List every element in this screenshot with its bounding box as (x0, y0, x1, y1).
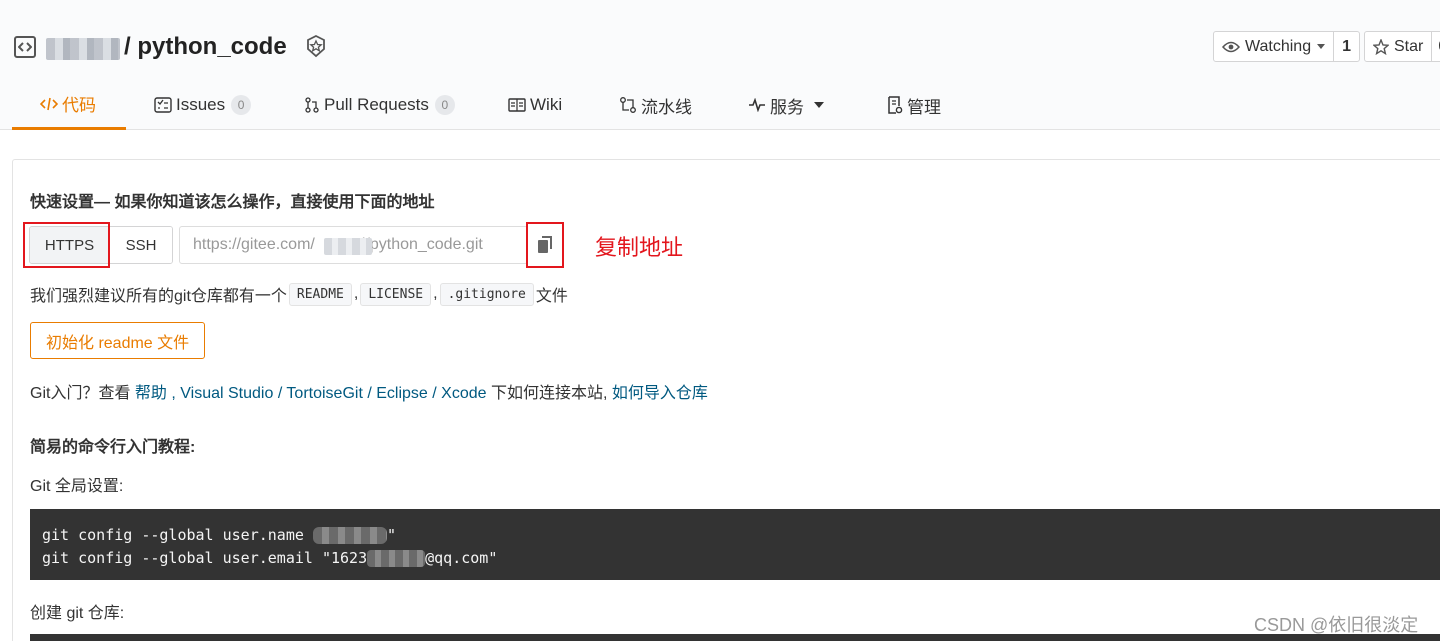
pull-requests-count-badge: 0 (434, 95, 455, 115)
star-icon (1373, 38, 1389, 55)
suggestion-prefix: 我们强烈建议所有的git仓库都有一个 (30, 288, 287, 305)
separator: , (353, 285, 359, 302)
chevron-down-icon (814, 102, 824, 108)
tab-manage[interactable]: 管理 (887, 80, 941, 130)
tab-wiki-label: Wiki (530, 95, 563, 114)
code-line2-text: git config --global user.email "1623 (42, 549, 368, 567)
repo-title[interactable]: / python_code (124, 33, 287, 61)
git-global-setup-label: Git 全局设置: (30, 478, 124, 495)
suggestion-text: 我们强烈建议所有的git仓库都有一个 README, LICENSE, .git… (30, 282, 568, 306)
guide-slash: / (427, 385, 442, 402)
git-config-code-block: git config --global user.name " git conf… (30, 509, 1440, 580)
clone-url-prefix: https://gitee.com/ (193, 236, 315, 253)
tab-pipeline[interactable]: 流水线 (619, 80, 692, 130)
repo-tabs: 代码 Issues 0 Pull Requests 0 Wiki 流水线 服务 … (0, 80, 1440, 130)
separator: , (433, 285, 438, 302)
init-readme-button[interactable]: 初始化 readme 文件 (30, 322, 206, 359)
tab-services[interactable]: 服务 (748, 80, 824, 130)
url-redaction (324, 238, 372, 255)
copy-address-annotation: 复制地址 (595, 235, 684, 260)
eye-icon (1222, 41, 1240, 52)
copy-highlight-box (526, 222, 564, 268)
code-line2-end: @qq.com" (425, 549, 498, 567)
code-icon (40, 97, 58, 111)
create-repo-label: 创建 git 仓库: (30, 605, 125, 622)
guide-sep: , (166, 385, 181, 402)
create-repo-code-block (30, 634, 1440, 641)
import-repo-link[interactable]: 如何导入仓库 (612, 385, 708, 402)
star-button[interactable]: Star (1365, 32, 1433, 61)
email-redaction (367, 550, 426, 567)
license-chip: LICENSE (360, 282, 432, 306)
activity-icon (748, 98, 766, 112)
wiki-icon (508, 98, 526, 112)
xcode-link[interactable]: Xcode (441, 385, 486, 402)
suggestion-suffix: 文件 (535, 288, 568, 305)
https-highlight-box (23, 222, 110, 268)
chevron-down-icon (1317, 44, 1326, 49)
code-line1-text: git config --global user.name (42, 526, 313, 544)
gitignore-chip: .gitignore (439, 282, 534, 306)
tab-services-label: 服务 (770, 97, 804, 117)
issues-count-badge: 0 (231, 95, 252, 115)
quick-setup-title: 快速设置— 如果你知道该怎么操作，直接使用下面的地址 (30, 194, 435, 211)
tab-pull-requests-label: Pull Requests (324, 95, 429, 114)
tortoisegit-link[interactable]: TortoiseGit (286, 385, 362, 402)
tab-pipeline-label: 流水线 (641, 97, 692, 117)
watch-count[interactable]: 1 (1334, 32, 1359, 61)
git-guide-text: Git入门？查看 帮助 , Visual Studio / TortoiseGi… (30, 379, 708, 403)
ssh-button[interactable]: SSH (110, 227, 172, 263)
visual-studio-link[interactable]: Visual Studio (180, 385, 273, 402)
code-line-user-name: git config --global user.name " (42, 524, 1428, 547)
tab-code-label: 代码 (62, 96, 96, 115)
watch-group: Watching 1 (1213, 31, 1361, 62)
pipeline-icon (619, 96, 637, 114)
recommend-medal-icon[interactable] (304, 34, 328, 60)
star-label: Star (1394, 37, 1424, 55)
pull-request-icon (304, 97, 320, 113)
tab-manage-label: 管理 (907, 97, 941, 117)
csdn-watermark: CSDN @依旧很淡定 (1254, 615, 1419, 635)
owner-name-redacted[interactable] (46, 38, 120, 60)
code-line-user-email: git config --global user.email "1623 @qq.… (42, 547, 1428, 570)
issues-icon (154, 97, 172, 113)
star-group: Star 0 (1364, 31, 1440, 62)
watch-button[interactable]: Watching (1214, 32, 1335, 61)
repo-code-icon (14, 36, 36, 58)
star-count[interactable]: 0 (1432, 32, 1440, 61)
clone-url-suffix: j/python_code.git (361, 236, 483, 253)
manage-icon (887, 96, 903, 114)
repo-header: / python_code Watching 1 Star 0 代码 (0, 0, 1440, 130)
guide-slash: / (362, 385, 377, 402)
name-redaction (312, 527, 387, 544)
watch-label: Watching (1245, 37, 1312, 55)
eclipse-link[interactable]: Eclipse (376, 385, 428, 402)
guide-middle: 下如何连接本站, (486, 385, 612, 402)
readme-chip: README (288, 282, 352, 306)
guide-slash: / (273, 385, 287, 402)
cli-tutorial-title: 简易的命令行入门教程: (30, 439, 196, 456)
guide-prefix: Git入门？查看 (30, 385, 135, 402)
tab-code[interactable]: 代码 (12, 80, 126, 130)
clone-url-input[interactable]: https://gitee.com/j/python_code.git (179, 226, 528, 264)
tab-pull-requests[interactable]: Pull Requests 0 (304, 80, 455, 130)
tab-issues[interactable]: Issues 0 (154, 80, 252, 130)
tab-wiki[interactable]: Wiki (508, 80, 562, 130)
tab-issues-label: Issues (176, 95, 226, 114)
code-line1-end: " (386, 526, 396, 544)
help-link[interactable]: 帮助 (135, 385, 167, 402)
